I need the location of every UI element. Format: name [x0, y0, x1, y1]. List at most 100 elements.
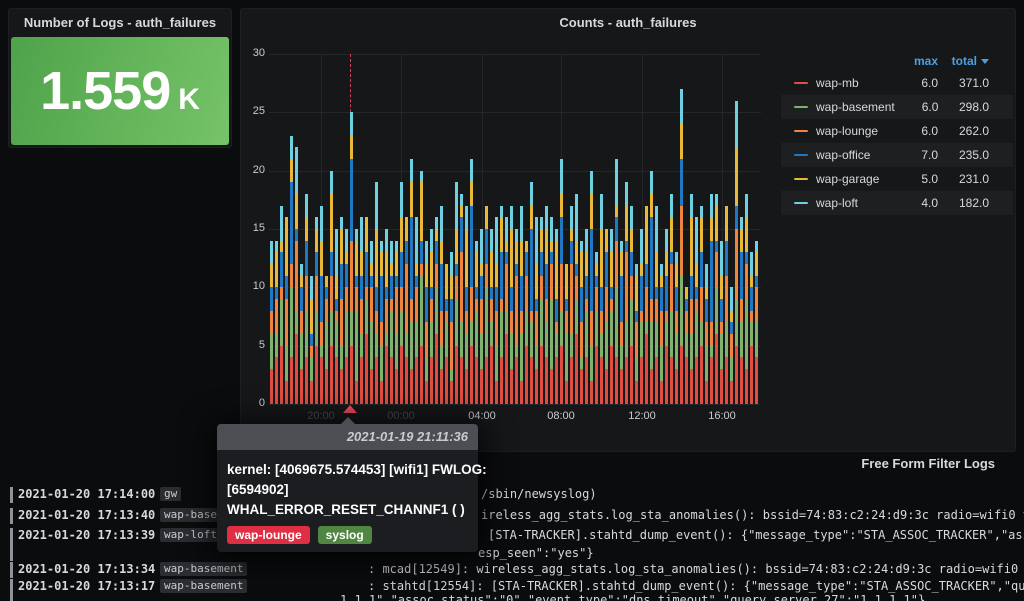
log-message[interactable]: 1.1.1","assoc_status":"0","event_type":"…	[340, 593, 925, 601]
bar-column[interactable]	[310, 276, 313, 404]
bar-column[interactable]	[650, 171, 653, 404]
bar-column[interactable]	[540, 217, 543, 404]
bar-column[interactable]	[420, 171, 423, 404]
bar-column[interactable]	[730, 287, 733, 404]
bar-column[interactable]	[590, 171, 593, 404]
bar-column[interactable]	[330, 171, 333, 404]
bar-column[interactable]	[660, 264, 663, 404]
bar-column[interactable]	[345, 229, 348, 404]
bar-column[interactable]	[585, 229, 588, 404]
log-message[interactable]: ireless_agg_stats.log_sta_anomalies(): b…	[481, 508, 1024, 522]
bar-column[interactable]	[410, 159, 413, 404]
bar-column[interactable]	[560, 159, 563, 404]
bar-column[interactable]	[520, 206, 523, 404]
bar-column[interactable]	[485, 206, 488, 404]
bar-column[interactable]	[625, 182, 628, 404]
bar-column[interactable]	[465, 206, 468, 404]
bar-column[interactable]	[535, 217, 538, 404]
bar-column[interactable]	[390, 241, 393, 404]
bar-column[interactable]	[510, 206, 513, 404]
bar-column[interactable]	[355, 229, 358, 404]
bar-column[interactable]	[705, 264, 708, 404]
bar-column[interactable]	[610, 229, 613, 404]
bar-column[interactable]	[360, 217, 363, 404]
bar-column[interactable]	[600, 194, 603, 404]
log-message[interactable]: : stahtd[12554]: [STA-TRACKER].stahtd_du…	[368, 579, 1024, 593]
bar-column[interactable]	[445, 264, 448, 404]
bar-column[interactable]	[550, 217, 553, 404]
bar-column[interactable]	[500, 206, 503, 404]
log-message[interactable]: : mcad[12549]: wireless_agg_stats.log_st…	[368, 562, 1024, 576]
bar-column[interactable]	[685, 287, 688, 404]
bar-column[interactable]	[325, 276, 328, 404]
log-message[interactable]: /sbin/newsyslog)	[481, 487, 597, 501]
bar-column[interactable]	[695, 217, 698, 404]
bar-column[interactable]	[435, 217, 438, 404]
bar-column[interactable]	[630, 206, 633, 404]
bar-column[interactable]	[580, 241, 583, 404]
log-host-badge[interactable]: gw	[160, 487, 181, 501]
bar-column[interactable]	[495, 217, 498, 404]
log-host-badge[interactable]: wap-basement	[160, 579, 247, 593]
log-message[interactable]: [STA-TRACKER].stahtd_dump_event(): {"mes…	[488, 528, 1024, 542]
legend-sort-total[interactable]: total	[938, 54, 989, 68]
bar-column[interactable]	[350, 112, 353, 404]
bar-column[interactable]	[315, 217, 318, 404]
bar-column[interactable]	[460, 194, 463, 404]
bar-column[interactable]	[480, 229, 483, 404]
legend-series-name[interactable]: wap-mb	[816, 76, 859, 90]
legend-series-name[interactable]: wap-garage	[816, 172, 879, 186]
bar-column[interactable]	[335, 229, 338, 404]
bar-column[interactable]	[385, 229, 388, 404]
bar-column[interactable]	[565, 264, 568, 404]
bar-column[interactable]	[275, 241, 278, 404]
bar-column[interactable]	[505, 217, 508, 404]
bar-column[interactable]	[380, 241, 383, 404]
legend-sort-max[interactable]: max	[894, 54, 938, 68]
bar-column[interactable]	[750, 252, 753, 404]
annotation-marker-icon[interactable]	[343, 405, 357, 413]
bar-column[interactable]	[370, 241, 373, 404]
bar-column[interactable]	[530, 182, 533, 404]
bar-column[interactable]	[440, 206, 443, 404]
bar-column[interactable]	[475, 241, 478, 404]
bar-column[interactable]	[635, 264, 638, 404]
log-host-badge[interactable]: wap-basement	[160, 562, 247, 576]
plot-area[interactable]	[269, 54, 761, 404]
legend-series-name[interactable]: wap-basement	[816, 100, 895, 114]
bar-column[interactable]	[655, 206, 658, 404]
bar-column[interactable]	[555, 229, 558, 404]
bar-column[interactable]	[490, 229, 493, 404]
bar-column[interactable]	[280, 206, 283, 404]
tooltip-tag-syslog[interactable]: syslog	[318, 526, 372, 544]
bar-column[interactable]	[340, 217, 343, 404]
stat-panel-title[interactable]: Number of Logs - auth_failures	[9, 9, 231, 37]
log-message[interactable]: esp_seen":"yes"}	[478, 546, 594, 560]
bar-column[interactable]	[430, 229, 433, 404]
bar-column[interactable]	[720, 241, 723, 404]
bar-column[interactable]	[575, 194, 578, 404]
bar-column[interactable]	[665, 229, 668, 404]
bar-column[interactable]	[670, 194, 673, 404]
bar-column[interactable]	[700, 206, 703, 404]
tooltip-tag-wap-lounge[interactable]: wap-lounge	[227, 526, 310, 544]
bar-column[interactable]	[615, 159, 618, 404]
bar-column[interactable]	[745, 194, 748, 404]
bar-column[interactable]	[305, 194, 308, 404]
bar-column[interactable]	[715, 194, 718, 404]
bar-column[interactable]	[725, 206, 728, 404]
log-host-badge[interactable]: wap-loft	[160, 528, 221, 542]
bar-column[interactable]	[690, 194, 693, 404]
bar-column[interactable]	[365, 217, 368, 404]
bar-column[interactable]	[290, 136, 293, 404]
bar-column[interactable]	[755, 241, 758, 404]
bar-column[interactable]	[710, 194, 713, 404]
bar-column[interactable]	[605, 229, 608, 404]
bar-column[interactable]	[405, 217, 408, 404]
legend-series-name[interactable]: wap-loft	[816, 196, 858, 210]
graph-panel-title[interactable]: Counts - auth_failures	[241, 9, 1015, 37]
bar-column[interactable]	[300, 264, 303, 404]
bar-column[interactable]	[595, 252, 598, 404]
bar-column[interactable]	[675, 252, 678, 404]
bar-column[interactable]	[525, 241, 528, 404]
